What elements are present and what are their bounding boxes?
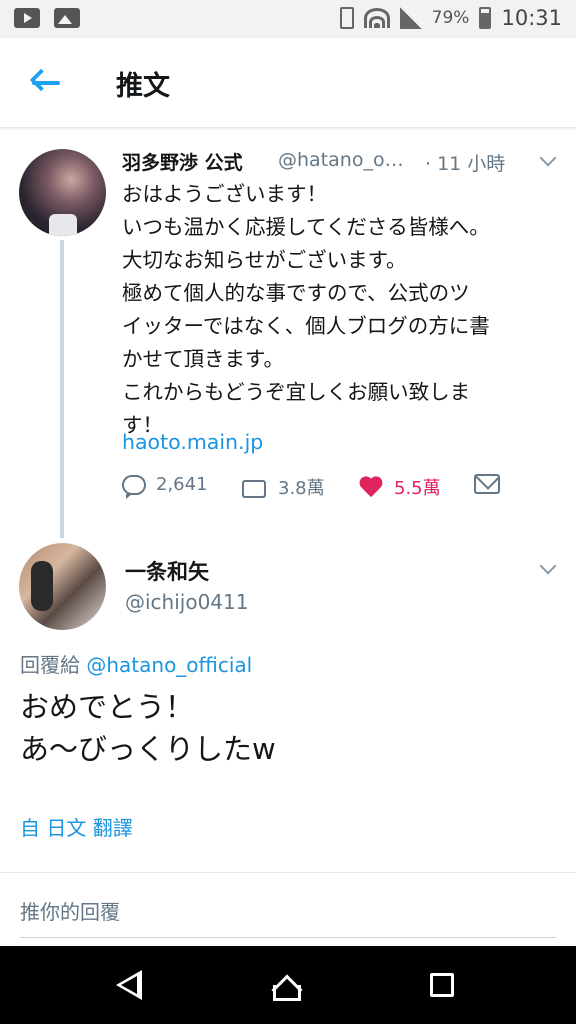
heart-icon	[358, 476, 384, 498]
thread-connector	[60, 240, 64, 538]
reply-button[interactable]: 2,641	[122, 474, 208, 499]
direct-message-button[interactable]	[474, 474, 500, 494]
retweet-count: 3.8萬	[278, 478, 325, 499]
vibrate-icon	[339, 7, 354, 29]
tweet-text-line: 極めて個人的な事ですので、公式のツ	[122, 281, 470, 305]
reply-text-line: おめでとう！	[20, 690, 195, 724]
signal-icon	[399, 7, 422, 29]
nav-recents-icon[interactable]	[430, 973, 454, 997]
status-bar: 79% 10:31	[0, 0, 576, 38]
arrow-left-icon[interactable]	[28, 66, 62, 100]
tweet-text: おはようございます！ いつも温かく応援してくださる皆様へ。 大切なお知らせがござ…	[122, 178, 562, 442]
reply-count: 2,641	[156, 474, 208, 495]
reply-text-line: あ〜びっくりしたw	[20, 732, 276, 766]
status-bar-left	[14, 8, 80, 28]
reply-icon	[122, 474, 146, 499]
tweet-author-handle[interactable]: @hatano_o…	[278, 149, 418, 171]
page-title: 推文	[116, 71, 170, 102]
youtube-icon	[14, 8, 40, 28]
image-icon	[54, 8, 80, 28]
tweet-timestamp: · 11 小時	[425, 153, 506, 175]
wifi-icon	[363, 8, 390, 28]
reply-input[interactable]: 推你的回覆	[20, 886, 556, 938]
tweet-text-line: かせて頂きます。	[122, 347, 284, 371]
chevron-down-icon[interactable]	[539, 149, 557, 167]
like-button[interactable]: 5.5萬	[358, 474, 441, 500]
tweet-link[interactable]: haoto.main.jp	[122, 430, 263, 454]
nav-home-icon[interactable]	[270, 971, 304, 1006]
translate-link[interactable]: 自 日文 翻譯	[20, 812, 133, 841]
tweet-text-line: イッターではなく、個人ブログの方に書	[122, 314, 490, 338]
replying-to-mention[interactable]: @hatano_official	[86, 653, 252, 677]
reply-author-handle[interactable]: @ichijo0411	[125, 590, 248, 614]
chevron-down-icon[interactable]	[539, 557, 557, 575]
system-nav-bar	[0, 946, 576, 1024]
tweet-text-line: いつも温かく応援してくださる皆様へ。	[122, 215, 490, 239]
replying-to: 回覆給 @hatano_official	[20, 649, 252, 678]
tweet-text-line: これからもどうぞ宜しくお願い致しま	[122, 380, 471, 404]
avatar[interactable]	[19, 149, 106, 236]
battery-percent: 79%	[431, 8, 470, 28]
top-app-bar: 推文	[0, 38, 576, 128]
tweet-author-name[interactable]: 羽多野渉 公式	[122, 148, 243, 175]
tweet-text-line: 大切なお知らせがございます。	[122, 248, 407, 272]
nav-back-icon[interactable]	[116, 970, 142, 1000]
reply-author-name[interactable]: 一条和矢	[125, 556, 209, 586]
like-count: 5.5萬	[394, 478, 441, 499]
reply-text: おめでとう！ あ〜びっくりしたw	[20, 686, 276, 770]
tweet-actions: 2,641 3.8萬 5.5萬	[122, 474, 562, 510]
status-bar-right: 79% 10:31	[339, 6, 562, 30]
retweet-icon	[240, 477, 268, 498]
tweet-text-line: おはようございます！	[122, 182, 327, 206]
mail-icon	[474, 474, 500, 494]
clock: 10:31	[501, 6, 562, 30]
avatar[interactable]	[19, 543, 106, 630]
battery-icon	[479, 7, 492, 29]
retweet-button[interactable]: 3.8萬	[240, 474, 325, 500]
replying-to-prefix: 回覆給	[20, 653, 80, 677]
divider	[0, 872, 576, 873]
